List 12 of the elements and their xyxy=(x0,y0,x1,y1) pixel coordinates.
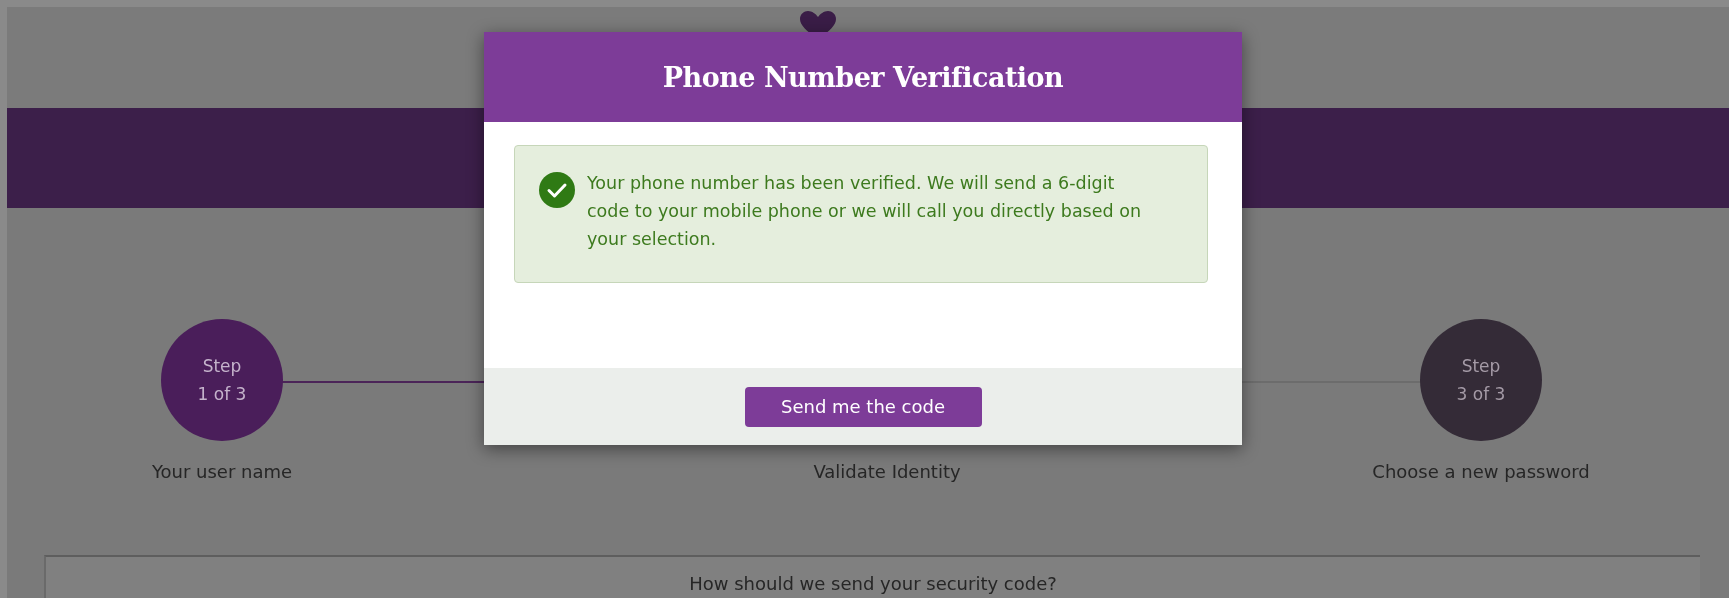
step-label: Validate Identity xyxy=(813,461,961,482)
step-text: Step xyxy=(1461,356,1501,376)
step-text: Step xyxy=(202,356,242,376)
step-count: 3 of 3 xyxy=(1456,384,1506,404)
card-heading: How should we send your security code? xyxy=(689,573,1057,595)
send-code-button[interactable]: Send me the code xyxy=(744,386,982,427)
step-count: 1 of 3 xyxy=(197,384,247,404)
step-label: Your user name xyxy=(151,461,293,482)
step-label: Choose a new password xyxy=(1372,461,1590,482)
alert-message: Your phone number has been verified. We will send a 6-digit code to your mobile phone or we will call you directly based on your selection. xyxy=(587,172,1142,251)
modal-title: Phone Number Verification xyxy=(662,61,1064,93)
check-icon xyxy=(539,172,575,208)
